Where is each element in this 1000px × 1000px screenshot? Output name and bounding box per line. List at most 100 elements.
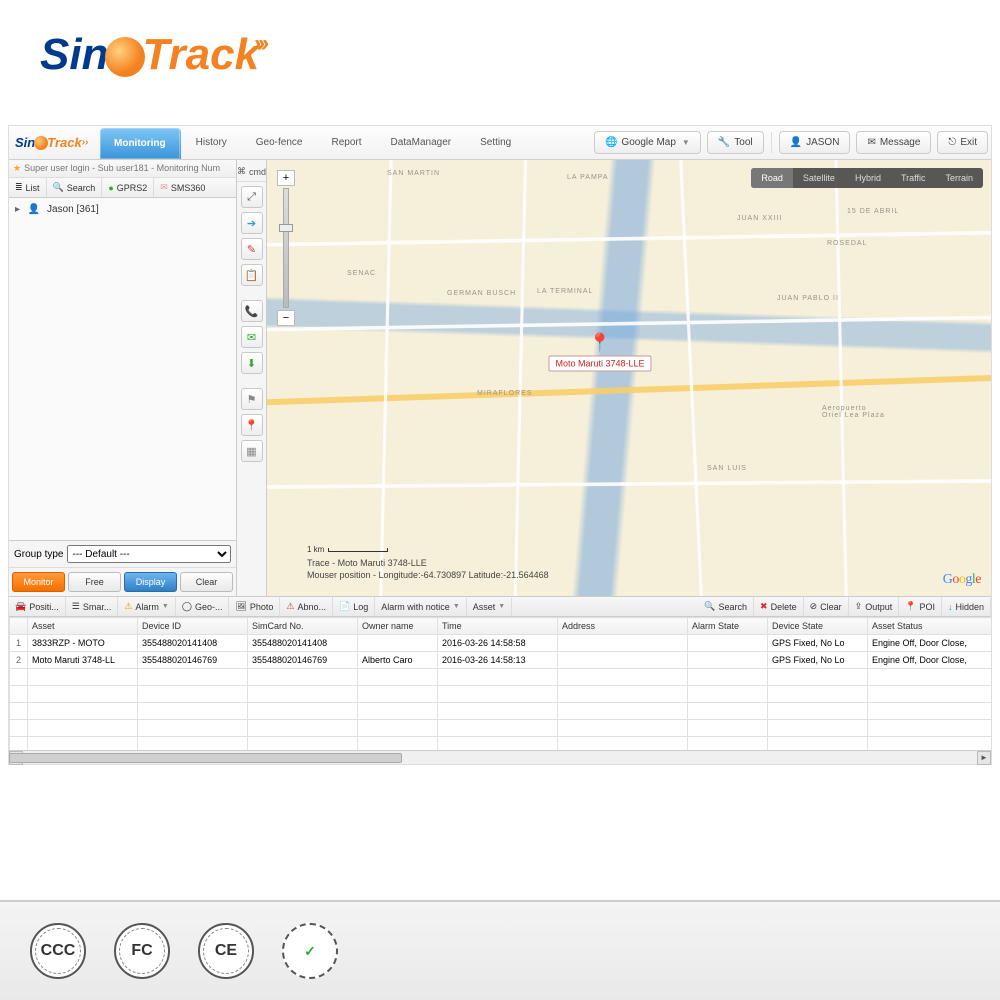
- lower-action-hidden[interactable]: ↓Hidden: [942, 598, 991, 616]
- circle-icon: ◯: [182, 601, 192, 612]
- tree-root[interactable]: ▸ 👤 Jason [361]: [15, 202, 230, 217]
- table-header: Asset Device ID SimCard No. Owner name T…: [10, 618, 992, 635]
- map-view-traffic[interactable]: Traffic: [891, 168, 936, 188]
- table-body: 13833RZP - MOTO3554880201414083554880201…: [10, 635, 992, 751]
- free-button[interactable]: Free: [68, 572, 121, 592]
- map-view-road[interactable]: Road: [751, 168, 793, 188]
- tool-expand[interactable]: ⤢: [241, 186, 263, 208]
- tool-button[interactable]: 🔧 Tool: [707, 131, 764, 154]
- exit-button[interactable]: ⎋ Exit: [937, 131, 988, 154]
- cmd-header[interactable]: ⌘cmd: [237, 164, 266, 182]
- sidebar-tab-list[interactable]: ≣List: [9, 178, 47, 197]
- lower-action-poi[interactable]: 📍POI: [899, 597, 942, 616]
- lower-tab-abnormal[interactable]: ⚠Abno...: [280, 597, 333, 616]
- table-row[interactable]: 2Moto Maruti 3748-LL35548802014676935548…: [10, 652, 992, 669]
- tab-report[interactable]: Report: [317, 126, 376, 159]
- lower-action-search[interactable]: 🔍Search: [698, 597, 754, 616]
- sidebar-tab-sms360[interactable]: ✉SMS360: [154, 178, 211, 197]
- col-simcard[interactable]: SimCard No.: [248, 618, 358, 635]
- zoom-track[interactable]: [283, 188, 289, 308]
- tool-edit[interactable]: ✎: [241, 238, 263, 260]
- output-icon: ⇪: [855, 601, 863, 612]
- sidebar-tab-gprs2[interactable]: ●GPRS2: [102, 178, 154, 197]
- tool-download[interactable]: ⬇: [241, 352, 263, 374]
- col-asset[interactable]: Asset: [28, 618, 138, 635]
- data-table-wrap: Asset Device ID SimCard No. Owner name T…: [9, 617, 991, 750]
- tab-history[interactable]: History: [182, 126, 242, 159]
- cert-fc: FC: [114, 923, 170, 979]
- lower-pane: 🚘Positi... ☰Smar... ⚠Alarm▼ ◯Geo-... 🖼Ph…: [9, 596, 991, 764]
- lower-tabs: 🚘Positi... ☰Smar... ⚠Alarm▼ ◯Geo-... 🖼Ph…: [9, 597, 991, 617]
- expand-icon[interactable]: ▸: [15, 204, 25, 215]
- tool-pin[interactable]: 📍: [241, 414, 263, 436]
- display-button[interactable]: Display: [124, 572, 177, 592]
- app-window: SinTrack›› Monitoring History Geo-fence …: [8, 125, 992, 765]
- group-type-select[interactable]: --- Default ---: [67, 545, 231, 563]
- scroll-thumb[interactable]: [9, 753, 402, 763]
- scroll-right-button[interactable]: ►: [977, 751, 991, 765]
- device-tree[interactable]: ▸ 👤 Jason [361]: [9, 198, 236, 540]
- poi-icon: 📍: [905, 601, 916, 612]
- lower-action-output[interactable]: ⇪Output: [849, 597, 900, 616]
- warning-icon: ⚠: [286, 601, 294, 612]
- lower-tab-asset[interactable]: Asset▼: [467, 598, 512, 616]
- lower-tab-alarm-notice[interactable]: Alarm with notice▼: [375, 598, 466, 616]
- sidebar-tab-search[interactable]: 🔍Search: [47, 178, 103, 197]
- nav-tabs: Monitoring History Geo-fence Report Data…: [99, 126, 526, 159]
- map-scale: 1 km: [307, 545, 388, 554]
- clear-button[interactable]: Clear: [180, 572, 233, 592]
- map-view-hybrid[interactable]: Hybrid: [845, 168, 891, 188]
- lower-tab-alarm[interactable]: ⚠Alarm▼: [118, 597, 176, 616]
- tab-datamanager[interactable]: DataManager: [377, 126, 467, 159]
- chevron-down-icon: ▼: [682, 138, 690, 147]
- globe-icon: 🌐: [605, 137, 617, 148]
- map-wrap: ⌘cmd ⤢ ➔ ✎ 📋 📞 ✉ ⬇ ⚑ 📍 ▦: [237, 160, 991, 596]
- gprs-icon: ●: [108, 183, 113, 193]
- monitor-button[interactable]: Monitor: [12, 572, 65, 592]
- lower-tab-geo[interactable]: ◯Geo-...: [176, 597, 230, 616]
- brand-dot-icon: [105, 37, 145, 77]
- tool-flag[interactable]: ⚑: [241, 388, 263, 410]
- photo-icon: 🖼: [235, 601, 246, 612]
- map-view-terrain[interactable]: Terrain: [935, 168, 983, 188]
- lower-tab-position[interactable]: 🚘Positi...: [9, 597, 66, 616]
- message-button[interactable]: ✉ Message: [856, 131, 931, 154]
- tool-send[interactable]: ➔: [241, 212, 263, 234]
- col-address[interactable]: Address: [558, 618, 688, 635]
- map-canvas[interactable]: SAN MARTIN LA PAMPA JUAN XXIII 15 DE ABR…: [267, 160, 991, 596]
- lower-action-clear[interactable]: ⊘Clear: [804, 597, 849, 616]
- table-row[interactable]: 13833RZP - MOTO3554880201414083554880201…: [10, 635, 992, 652]
- lower-tab-smart[interactable]: ☰Smar...: [66, 597, 119, 616]
- map-toolbar: ⌘cmd ⤢ ➔ ✎ 📋 📞 ✉ ⬇ ⚑ 📍 ▦: [237, 160, 267, 596]
- tool-grid[interactable]: ▦: [241, 440, 263, 462]
- tab-setting[interactable]: Setting: [466, 126, 526, 159]
- col-alarm-state[interactable]: Alarm State: [688, 618, 768, 635]
- lower-action-delete[interactable]: ✖Delete: [754, 597, 804, 616]
- tool-call[interactable]: 📞: [241, 300, 263, 322]
- table-row-empty: [10, 686, 992, 703]
- search-icon: 🔍: [53, 182, 64, 193]
- map-view-satellite[interactable]: Satellite: [793, 168, 845, 188]
- tool-sms[interactable]: ✉: [241, 326, 263, 348]
- zoom-thumb[interactable]: [279, 224, 293, 232]
- marker-label: Moto Maruti 3748-LLE: [549, 355, 652, 371]
- terminal-icon: ⌘: [237, 166, 246, 177]
- brand-header: SinTrack›››: [0, 0, 1000, 100]
- lower-tab-photo[interactable]: 🖼Photo: [229, 597, 280, 616]
- tab-monitoring[interactable]: Monitoring: [100, 128, 181, 159]
- tool-copy[interactable]: 📋: [241, 264, 263, 286]
- list-icon: ☰: [72, 601, 80, 612]
- col-time[interactable]: Time: [438, 618, 558, 635]
- col-device-state[interactable]: Device State: [768, 618, 868, 635]
- tab-geofence[interactable]: Geo-fence: [242, 126, 318, 159]
- col-asset-status[interactable]: Asset Status: [868, 618, 992, 635]
- user-button[interactable]: 👤 JASON: [779, 131, 851, 154]
- zoom-out-button[interactable]: −: [277, 310, 295, 326]
- col-owner[interactable]: Owner name: [358, 618, 438, 635]
- horizontal-scrollbar[interactable]: ◄ ►: [9, 750, 991, 764]
- map-provider-dropdown[interactable]: 🌐 Google Map ▼: [594, 131, 701, 154]
- zoom-in-button[interactable]: +: [277, 170, 295, 186]
- map-marker[interactable]: 📍 Moto Maruti 3748-LLE: [549, 332, 652, 371]
- lower-tab-log[interactable]: 📄Log: [333, 597, 375, 616]
- col-device-id[interactable]: Device ID: [138, 618, 248, 635]
